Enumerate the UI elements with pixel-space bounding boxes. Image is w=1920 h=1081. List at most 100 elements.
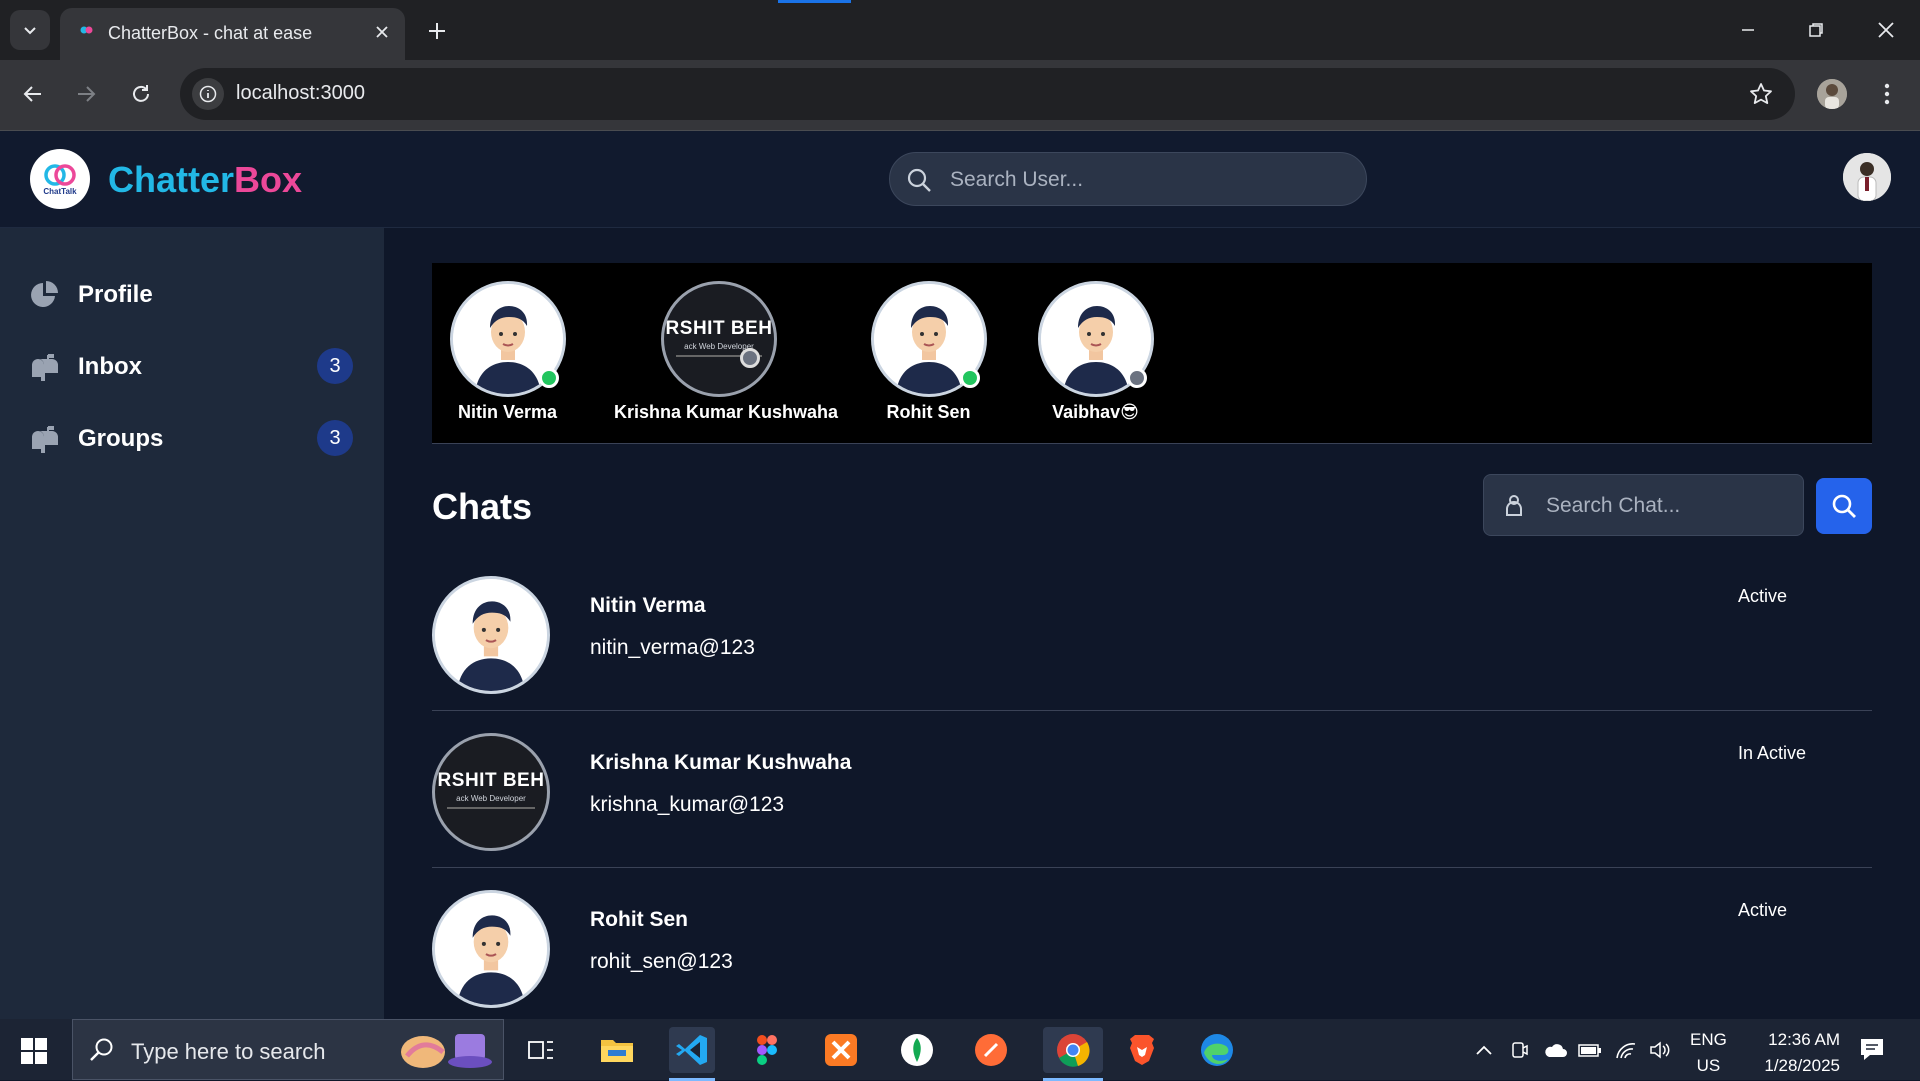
cloud-icon: [1545, 1044, 1567, 1057]
speaker-icon: [1650, 1041, 1670, 1059]
tab-search-button[interactable]: [10, 10, 50, 50]
taskbar-search-text: Type here to search: [131, 1039, 326, 1064]
minimize-button[interactable]: [1728, 12, 1768, 48]
back-button[interactable]: [15, 76, 51, 112]
story-name: Nitin Verma: [457, 402, 558, 422]
taskbar-search-box[interactable]: Type here to search: [72, 1019, 504, 1080]
figma-icon: [757, 1035, 777, 1065]
tray-network[interactable]: [1614, 1039, 1638, 1061]
input-language-indicator[interactable]: ENG US: [1690, 1027, 1727, 1079]
banner-divider: [447, 807, 535, 809]
reload-icon: [133, 85, 149, 102]
browser-tab[interactable]: ChatterBox - chat at ease: [60, 8, 405, 60]
minimize-icon: [1742, 29, 1754, 31]
tray-battery[interactable]: [1578, 1039, 1602, 1061]
clock-time: 12:36 AM: [1768, 1030, 1840, 1049]
story-name: Rohit Sen: [886, 402, 971, 422]
taskbar-app-file-explorer[interactable]: [594, 1027, 640, 1073]
taskbar-app-figma[interactable]: [744, 1027, 790, 1073]
url-text: localhost:3000: [236, 82, 365, 104]
story-avatar: [449, 281, 566, 397]
mailbox-icon: [32, 426, 58, 453]
story-item[interactable]: Vaibhav😎: [1033, 263, 1158, 423]
close-icon: [376, 26, 388, 38]
start-button[interactable]: [14, 1031, 54, 1071]
chat-search-button[interactable]: [1816, 478, 1872, 534]
pie-chart-icon: [31, 281, 58, 307]
mailbox-icon: [32, 354, 58, 381]
arrow-right-icon: [78, 86, 96, 102]
taskbar-app-mongodb-compass[interactable]: [894, 1027, 940, 1073]
show-hidden-icons-button[interactable]: [1472, 1039, 1496, 1061]
offline-status-dot: [740, 348, 760, 368]
chat-list-item[interactable]: RSHIT BEH ack Web Developer Krishna Kuma…: [432, 711, 1872, 868]
battery-icon: [1578, 1044, 1601, 1057]
taskbar-app-brave[interactable]: [1119, 1027, 1165, 1073]
windows-taskbar: Type here to search ENG US 12:36 AM 1/28…: [0, 1019, 1920, 1081]
browser-tab-strip: ChatterBox - chat at ease: [0, 0, 1920, 60]
chat-contact-name: Krishna Kumar Kushwaha: [590, 751, 852, 774]
browser-profile-avatar[interactable]: [1817, 79, 1847, 109]
new-tab-button[interactable]: [422, 16, 452, 46]
sidebar: Profile Inbox 3 Groups 3: [0, 228, 384, 1019]
app-logo[interactable]: ChatTalk: [30, 149, 90, 209]
task-view-button[interactable]: [518, 1027, 564, 1073]
edge-icon: [1201, 1034, 1233, 1066]
taskbar-app-chrome[interactable]: [1043, 1027, 1103, 1081]
chat-avatar: RSHIT BEH ack Web Developer: [432, 733, 550, 851]
folder-icon: [601, 1040, 633, 1062]
reload-button[interactable]: [123, 76, 159, 112]
story-item[interactable]: Rohit Sen: [866, 263, 991, 423]
story-avatar: [870, 281, 987, 397]
taskbar-app-xampp[interactable]: [818, 1027, 864, 1073]
online-status-dot: [538, 368, 559, 388]
taskbar-clock[interactable]: 12:36 AM 1/28/2025: [1740, 1027, 1840, 1079]
chat-search-input[interactable]: [1544, 489, 1788, 523]
story-avatar: RSHIT BEH ack Web Developer: [661, 281, 777, 397]
camera-icon: [1512, 1042, 1528, 1058]
chat-contact-name: Nitin Verma: [590, 594, 706, 617]
story-name: Vaibhav😎: [1052, 402, 1139, 422]
user-search-box: [889, 152, 1367, 206]
search-icon: [1832, 494, 1856, 518]
sidebar-item-inbox[interactable]: Inbox 3: [0, 337, 384, 397]
sidebar-item-profile[interactable]: Profile: [0, 265, 384, 325]
brand-title: ChatterBox: [108, 159, 302, 201]
search-icon: [90, 1038, 113, 1061]
favicon-icon: [80, 26, 93, 34]
logo-caption: ChatTalk: [43, 186, 77, 196]
taskbar-app-vscode[interactable]: [669, 1027, 715, 1081]
tray-meet-now[interactable]: [1508, 1039, 1532, 1061]
bookmark-button[interactable]: [1747, 80, 1775, 108]
current-user-avatar[interactable]: [1843, 153, 1891, 201]
chat-contact-username: rohit_sen@123: [590, 950, 733, 973]
address-bar[interactable]: localhost:3000: [180, 68, 1795, 120]
banner-headline: RSHIT BEH: [437, 770, 545, 791]
browser-menu-button[interactable]: [1872, 78, 1902, 110]
tray-volume[interactable]: [1648, 1039, 1672, 1061]
tray-onedrive[interactable]: [1543, 1039, 1567, 1061]
xampp-icon: [825, 1034, 857, 1066]
chat-list-item[interactable]: Nitin Verma nitin_verma@123 Active: [432, 554, 1872, 711]
taskbar-app-postman[interactable]: [968, 1027, 1014, 1073]
banner-image: RSHIT BEH ack Web Developer: [435, 770, 547, 809]
site-info-button[interactable]: [192, 78, 224, 110]
tab-close-button[interactable]: [371, 21, 393, 43]
online-users-strip: Nitin Verma RSHIT BEH ack Web Developer …: [432, 263, 1872, 444]
brave-icon: [1130, 1035, 1154, 1065]
restore-button[interactable]: [1796, 12, 1836, 48]
chats-heading: Chats: [432, 486, 533, 527]
story-item[interactable]: RSHIT BEH ack Web Developer Krishna Kuma…: [614, 263, 838, 423]
sidebar-item-groups[interactable]: Groups 3: [0, 409, 384, 469]
user-search-input[interactable]: [948, 163, 1352, 197]
plus-icon: [429, 23, 445, 39]
chat-avatar: [432, 890, 550, 1008]
avatar-icon: [1817, 79, 1847, 109]
chat-list-item[interactable]: Rohit Sen rohit_sen@123 Active: [432, 868, 1872, 1019]
close-window-button[interactable]: [1866, 12, 1906, 48]
user-avatar-icon: [435, 579, 547, 691]
taskbar-app-edge[interactable]: [1194, 1027, 1240, 1073]
forward-button[interactable]: [68, 76, 104, 112]
story-item[interactable]: Nitin Verma: [445, 263, 570, 423]
notification-center-icon[interactable]: [1858, 1035, 1886, 1063]
